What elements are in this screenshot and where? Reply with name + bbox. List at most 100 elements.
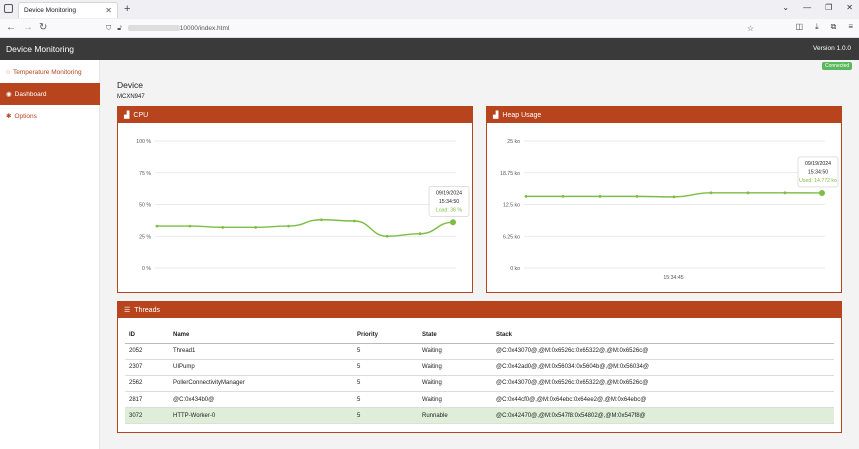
heap-x-tick-label: 15:34:45 (663, 275, 683, 281)
browser-tab[interactable]: Device Monitoring ✕ (18, 2, 118, 18)
gear-icon: ✱ (6, 113, 12, 120)
cell-id: 3072 (125, 407, 169, 425)
cell-stack: @C:0x42ad0@,@M:0x56034:0x5604b@,@M:0x560… (492, 359, 834, 376)
sidebar-item-temperature-monitoring[interactable]: ○ Temperature Monitoring (0, 61, 100, 83)
column-header: Stack (492, 327, 834, 344)
cell-name: Thread1 (169, 343, 353, 360)
download-icon[interactable]: ⤓ (815, 22, 819, 32)
tab-list-icon[interactable] (4, 4, 13, 13)
chevron-down-icon[interactable]: ⌄ (782, 3, 789, 12)
list-icon: ☰ (124, 307, 131, 314)
heap-y-tick-label: 12.5 ko (503, 203, 520, 209)
heap-y-tick-label: 6.25 ko (503, 234, 520, 240)
cpu-panel-header: ▟ CPU (118, 107, 472, 123)
restore-icon[interactable]: ❐ (825, 3, 832, 12)
app-version: Version 1.0.0 (813, 45, 851, 52)
app-header: Device Monitoring Version 1.0.0 (0, 38, 859, 60)
heap-data-point (746, 191, 750, 195)
pocket-icon[interactable]: ◫ (796, 22, 804, 32)
app-title: Device Monitoring (6, 44, 75, 54)
cpu-y-tick-label: 100 % (136, 139, 151, 145)
cpu-y-tick-label: 50 % (139, 203, 151, 209)
shield-icon[interactable]: ⛉ (106, 25, 111, 33)
column-header: Name (169, 327, 353, 344)
table-row-selected[interactable]: 3072 HTTP-Worker-0 5 Runnable @C:0x42470… (125, 407, 834, 425)
cell-state: Waiting (418, 359, 492, 376)
cell-state: Runnable (418, 407, 492, 425)
table-row[interactable]: 2052 Thread1 5 Waiting @C:0x43070@,@M:0x… (125, 343, 834, 360)
threads-panel: ☰ Threads ID Name Priority State Stack 2… (117, 301, 842, 433)
new-tab-icon[interactable]: + (124, 3, 130, 15)
forward-icon[interactable]: → (23, 22, 33, 34)
cpu-data-point (254, 225, 258, 229)
cell-priority: 5 (353, 375, 418, 393)
cell-id: 2307 (125, 359, 169, 376)
cpu-data-point (385, 234, 389, 238)
cpu-data-point (418, 232, 422, 236)
cpu-tooltip-line: Load: 36 % (436, 207, 463, 213)
tab-title: Device Monitoring (24, 7, 77, 14)
column-header: Priority (353, 327, 418, 344)
cell-stack: @C:0x43070@,@M:0x6526c:0x65322@,@M:0x652… (492, 343, 834, 360)
area-chart-icon: ▟ (493, 112, 499, 119)
sidebar-item-options[interactable]: ✱ Options (0, 105, 100, 127)
cpu-y-tick-label: 0 % (142, 266, 151, 272)
close-window-icon[interactable]: ✕ (846, 3, 853, 12)
cpu-panel: ▟ CPU 0 % 25 % 50 % 75 % 100 % 09/19/2024 15:3… (117, 106, 473, 293)
close-icon[interactable]: ✕ (105, 6, 112, 15)
url-bar[interactable]: ⛉ 🔓︎ 10000/index.html ☆ (100, 21, 762, 36)
heap-data-point (598, 194, 602, 198)
sidebar-item-label: Temperature Monitoring (12, 68, 82, 76)
cpu-data-point (320, 218, 323, 222)
cell-stack: @C:0x44cf0@,@M:0x64ebc:0x64ee2@,@M:0x64e… (492, 391, 834, 409)
bookmark-star-icon[interactable]: ☆ (747, 24, 754, 33)
circle-icon: ○ (6, 68, 10, 76)
cpu-chart: 0 % 25 % 50 % 75 % 100 % 09/19/2024 15:34:50 Lo… (136, 139, 470, 272)
menu-icon[interactable]: ≡ (848, 22, 853, 32)
table-header-row: ID Name Priority State Stack (125, 327, 834, 344)
status-badge: Connected (822, 62, 853, 70)
heap-y-tick-label: 25 ko (507, 139, 520, 145)
cpu-data-point (450, 219, 456, 226)
cell-stack: @C:0x43070@,@M:0x6526c:0x65322@,@M:0x652… (492, 375, 834, 393)
cpu-data-point (188, 224, 192, 228)
cpu-data-point (221, 225, 225, 229)
heap-panel-header: ▟ Heap Usage (487, 107, 841, 123)
heap-y-tick-label: 18.75 ko (500, 171, 520, 177)
lock-icon[interactable]: 🔓︎ (117, 25, 122, 33)
table-row[interactable]: 2817 @C:0x434b0@ 5 Waiting @C:0x44cf0@,@… (125, 391, 834, 409)
url-text: 10000/index.html (127, 25, 229, 32)
cpu-data-point (287, 224, 290, 228)
cell-state: Waiting (418, 343, 492, 360)
table-row[interactable]: 2562 PollerConnectivityManager 5 Waiting… (125, 375, 834, 393)
heap-y-tick-label: 0 ko (510, 266, 520, 272)
heap-tooltip-line: 15:34:50 (808, 169, 828, 175)
sidebar-item-label: Options (14, 112, 37, 120)
reload-icon[interactable]: ↻ (39, 22, 47, 34)
threads-table: ID Name Priority State Stack 2052 Thread… (125, 327, 834, 425)
heap-data-point (783, 191, 787, 195)
heap-data-point (524, 194, 528, 198)
heap-panel: ▟ Heap Usage 0 ko 6.25 ko 12.5 ko 18.75 ko 2… (486, 106, 842, 293)
heap-data-point (561, 194, 565, 198)
heap-data-point (672, 195, 676, 199)
column-header: ID (125, 327, 169, 344)
sidebar-item-dashboard[interactable]: ◉ Dashboard (0, 83, 100, 105)
cpu-panel-title: CPU (133, 111, 149, 119)
cell-name: @C:0x434b0@ (169, 391, 353, 409)
back-icon[interactable]: ← (6, 22, 16, 34)
cpu-data-point (155, 224, 159, 228)
cell-priority: 5 (353, 359, 418, 376)
heap-data-point (635, 194, 639, 198)
table-row[interactable]: 2307 UIPump 5 Waiting @C:0x42ad0@,@M:0x5… (125, 359, 834, 376)
browser-tab-bar: Device Monitoring ✕ + ⌄ — ❐ ✕ (0, 0, 859, 19)
cell-id: 2817 (125, 391, 169, 409)
column-header: State (418, 327, 492, 344)
device-id: MCXN947 (117, 94, 145, 100)
cell-name: PollerConnectivityManager (169, 375, 353, 393)
extensions-icon[interactable]: ⧉ (831, 22, 837, 32)
window-controls: ⌄ — ❐ ✕ (782, 3, 853, 12)
heap-data-point (819, 189, 825, 196)
minimize-icon[interactable]: — (803, 3, 811, 12)
cpu-series-line (157, 219, 454, 237)
